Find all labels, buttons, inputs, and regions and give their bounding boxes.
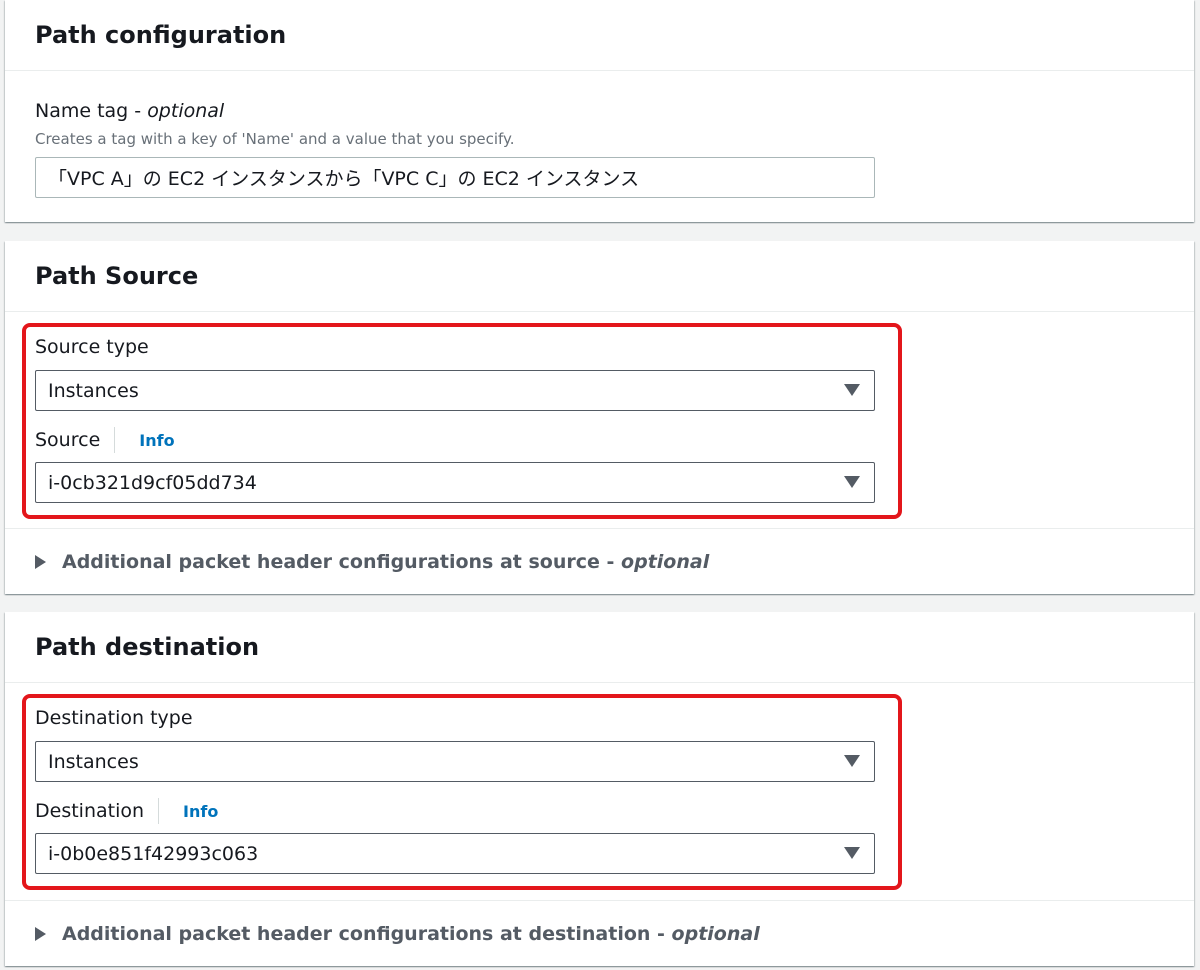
destination-additional-label: Additional packet header configurations … — [62, 922, 665, 945]
name-tag-input[interactable] — [35, 157, 875, 198]
source-additional-expander[interactable]: Additional packet header configurations … — [5, 528, 1194, 594]
destination-label: Destination — [35, 800, 145, 822]
path-destination-header: Path destination — [5, 612, 1194, 683]
source-additional-optional: optional — [621, 550, 710, 573]
caret-down-icon — [844, 847, 860, 859]
path-source-title: Path Source — [35, 262, 199, 290]
path-configuration-header: Path configuration — [5, 0, 1194, 71]
source-label-row: Source Info — [35, 427, 175, 453]
path-configuration-panel: Path configuration Name tag - optional C… — [5, 0, 1194, 222]
source-type-label: Source type — [35, 336, 149, 358]
path-configuration-title: Path configuration — [35, 21, 287, 49]
label-divider — [114, 427, 116, 453]
source-label: Source — [35, 429, 101, 451]
path-destination-title: Path destination — [35, 633, 260, 661]
source-value: i-0cb321d9cf05dd734 — [48, 471, 257, 494]
destination-additional-optional: optional — [671, 922, 760, 945]
caret-down-icon — [844, 384, 860, 396]
caret-right-icon — [35, 926, 46, 941]
name-tag-description: Creates a tag with a key of 'Name' and a… — [35, 130, 515, 148]
destination-type-value: Instances — [48, 750, 139, 773]
source-type-select[interactable]: Instances — [35, 370, 875, 411]
name-tag-label: Name tag - optional — [35, 100, 224, 122]
source-additional-label: Additional packet header configurations … — [62, 550, 615, 573]
destination-type-select[interactable]: Instances — [35, 741, 875, 782]
destination-label-row: Destination Info — [35, 798, 218, 824]
label-divider — [158, 798, 160, 824]
destination-additional-expander[interactable]: Additional packet header configurations … — [5, 900, 1194, 966]
caret-right-icon — [35, 554, 46, 569]
name-tag-label-text: Name tag - — [35, 100, 148, 122]
name-tag-optional: optional — [147, 100, 225, 122]
path-source-header: Path Source — [5, 241, 1194, 312]
path-source-panel: Path Source Source type Instances Source… — [5, 241, 1194, 594]
path-destination-panel: Path destination Destination type Instan… — [5, 612, 1194, 966]
destination-info-link[interactable]: Info — [183, 802, 218, 821]
destination-select[interactable]: i-0b0e851f42993c063 — [35, 833, 875, 874]
caret-down-icon — [844, 476, 860, 488]
source-select[interactable]: i-0cb321d9cf05dd734 — [35, 462, 875, 503]
source-type-value: Instances — [48, 379, 139, 402]
destination-value: i-0b0e851f42993c063 — [48, 842, 259, 865]
caret-down-icon — [844, 755, 860, 767]
source-info-link[interactable]: Info — [139, 431, 174, 450]
destination-type-label: Destination type — [35, 707, 193, 729]
